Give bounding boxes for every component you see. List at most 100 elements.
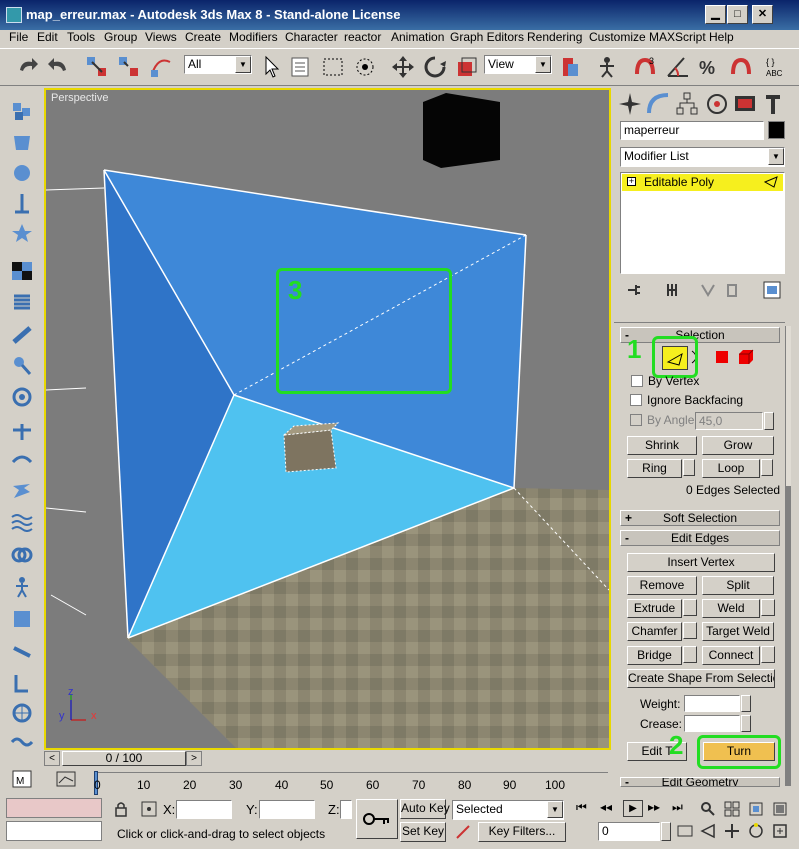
motion-tab-icon[interactable] bbox=[704, 91, 730, 117]
minimize-button[interactable]: ▁ bbox=[705, 5, 726, 24]
polygon-mode-icon[interactable] bbox=[714, 349, 730, 365]
scale-icon[interactable] bbox=[454, 54, 480, 80]
weight-field[interactable] bbox=[684, 695, 740, 712]
selection-filter-dropdown[interactable]: All ▼ bbox=[184, 55, 252, 74]
preview-animation-icon[interactable] bbox=[10, 730, 34, 752]
close-button[interactable]: ✕ bbox=[752, 5, 773, 24]
select-by-name-icon[interactable] bbox=[288, 54, 314, 80]
reference-coord-dropdown[interactable]: View ▼ bbox=[484, 55, 552, 74]
motor-icon[interactable] bbox=[10, 354, 34, 376]
soft-body-collection-icon[interactable] bbox=[10, 162, 34, 184]
menu-graph-editors[interactable]: Graph Editors bbox=[450, 30, 524, 44]
ignore-backfacing-checkbox[interactable] bbox=[630, 394, 642, 406]
named-selection-icon[interactable]: { } ABC bbox=[764, 54, 790, 80]
make-unique-icon[interactable] bbox=[700, 282, 716, 298]
viewport-label[interactable]: Perspective bbox=[51, 92, 108, 104]
zoom-all-icon[interactable] bbox=[724, 801, 740, 817]
menu-rendering[interactable]: Rendering bbox=[527, 30, 582, 44]
grow-button[interactable]: Grow bbox=[702, 436, 774, 455]
weld-button[interactable]: Weld bbox=[702, 599, 760, 618]
y-coord-field[interactable] bbox=[259, 800, 315, 819]
by-angle-field[interactable]: 45,0 bbox=[695, 412, 763, 430]
bind-to-spacewarp-icon[interactable] bbox=[148, 54, 174, 80]
manipulate-icon[interactable] bbox=[594, 54, 620, 80]
display-tab-icon[interactable] bbox=[732, 91, 758, 117]
mini-curve-editor-icon[interactable] bbox=[56, 771, 76, 787]
menu-modifiers[interactable]: Modifiers bbox=[229, 30, 278, 44]
weld-settings-button[interactable] bbox=[761, 599, 775, 616]
x-coord-field[interactable] bbox=[176, 800, 232, 819]
percent-snap-icon[interactable]: % bbox=[696, 54, 722, 80]
ring-button[interactable]: Ring bbox=[627, 459, 682, 478]
select-and-link-icon[interactable] bbox=[84, 54, 110, 80]
crease-spinner[interactable] bbox=[741, 715, 751, 732]
create-animation-icon[interactable]: M bbox=[10, 768, 34, 790]
unlink-icon[interactable] bbox=[116, 54, 142, 80]
zoom-icon[interactable] bbox=[700, 801, 716, 817]
select-object-icon[interactable] bbox=[258, 54, 284, 80]
menu-help[interactable]: Help bbox=[709, 30, 734, 44]
next-frame-icon[interactable]: ▸▸ bbox=[648, 800, 660, 814]
rope-collection-icon[interactable] bbox=[10, 192, 34, 214]
arc-rotate-icon[interactable] bbox=[748, 823, 764, 839]
window-crossing-icon[interactable] bbox=[352, 54, 378, 80]
car-wheel-icon[interactable] bbox=[10, 672, 34, 694]
maxscript-listener-pink[interactable] bbox=[6, 798, 102, 818]
soft-selection-rollout-header[interactable]: + Soft Selection bbox=[620, 510, 780, 526]
by-angle-spinner[interactable] bbox=[764, 412, 774, 430]
redo-icon[interactable] bbox=[46, 54, 72, 80]
connect-settings-button[interactable] bbox=[761, 646, 775, 663]
maximize-button[interactable]: □ bbox=[727, 5, 748, 24]
maxscript-listener-white[interactable] bbox=[6, 821, 102, 841]
extrude-button[interactable]: Extrude bbox=[627, 599, 682, 618]
chamfer-settings-button[interactable] bbox=[683, 622, 697, 639]
key-filters-button[interactable]: Key Filters... bbox=[478, 822, 566, 842]
current-frame-spinner[interactable] bbox=[661, 822, 671, 841]
loop-spinner[interactable] bbox=[761, 459, 773, 476]
edit-edges-rollout-header[interactable]: - Edit Edges bbox=[620, 530, 780, 546]
menu-customize[interactable]: Customize bbox=[589, 30, 646, 44]
create-shape-button[interactable]: Create Shape From Selection bbox=[627, 669, 775, 688]
move-icon[interactable] bbox=[390, 54, 416, 80]
default-in-out-tangents-icon[interactable] bbox=[455, 824, 471, 840]
menu-maxscript[interactable]: MAXScript bbox=[649, 30, 706, 44]
time-slider[interactable]: < 0 / 100 > bbox=[44, 750, 613, 768]
show-end-result-icon[interactable] bbox=[664, 282, 680, 298]
panel-scrollbar-thumb[interactable] bbox=[786, 486, 791, 786]
panel-scrollbar[interactable] bbox=[785, 326, 791, 786]
water-icon[interactable] bbox=[10, 480, 34, 502]
bridge-settings-button[interactable] bbox=[683, 646, 697, 663]
absolute-mode-icon[interactable] bbox=[141, 801, 157, 817]
weight-spinner[interactable] bbox=[741, 695, 751, 712]
field-of-view-icon[interactable] bbox=[700, 823, 716, 839]
expand-icon[interactable]: + bbox=[627, 177, 636, 186]
menu-group[interactable]: Group bbox=[104, 30, 137, 44]
point-to-point-icon[interactable] bbox=[10, 608, 34, 630]
angle-snap-icon[interactable] bbox=[664, 54, 690, 80]
configure-modifier-sets-icon[interactable] bbox=[762, 281, 782, 299]
zoom-extents-all-icon[interactable] bbox=[772, 801, 788, 817]
shrink-button[interactable]: Shrink bbox=[627, 436, 697, 455]
maximize-viewport-icon[interactable] bbox=[772, 823, 788, 839]
spring-icon[interactable] bbox=[10, 292, 34, 314]
target-weld-button[interactable]: Target Weld bbox=[702, 622, 774, 641]
insert-vertex-button[interactable]: Insert Vertex bbox=[627, 553, 775, 572]
object-name-field[interactable]: maperreur bbox=[620, 121, 764, 140]
menu-file[interactable]: File bbox=[9, 30, 28, 44]
track-bar[interactable]: 0 10 20 30 40 50 60 70 80 90 100 bbox=[44, 768, 613, 796]
element-mode-icon[interactable] bbox=[737, 348, 755, 366]
play-button[interactable]: ▶ bbox=[623, 800, 643, 817]
auto-key-button[interactable]: Auto Key bbox=[400, 799, 450, 819]
key-mode-toggle-icon[interactable] bbox=[676, 822, 694, 840]
rectangular-selection-icon[interactable] bbox=[320, 54, 346, 80]
hierarchy-tab-icon[interactable] bbox=[674, 91, 700, 117]
wind-icon[interactable] bbox=[10, 386, 34, 408]
split-button[interactable]: Split bbox=[702, 576, 774, 595]
utilities-tab-icon[interactable] bbox=[760, 91, 786, 117]
menu-create[interactable]: Create bbox=[185, 30, 221, 44]
menu-character[interactable]: Character bbox=[285, 30, 338, 44]
pan-icon[interactable] bbox=[724, 823, 740, 839]
stack-item-editable-poly[interactable]: + Editable Poly bbox=[622, 174, 783, 191]
rigid-body-collection-icon[interactable] bbox=[10, 100, 34, 122]
current-frame-field[interactable]: 0 bbox=[598, 822, 660, 841]
